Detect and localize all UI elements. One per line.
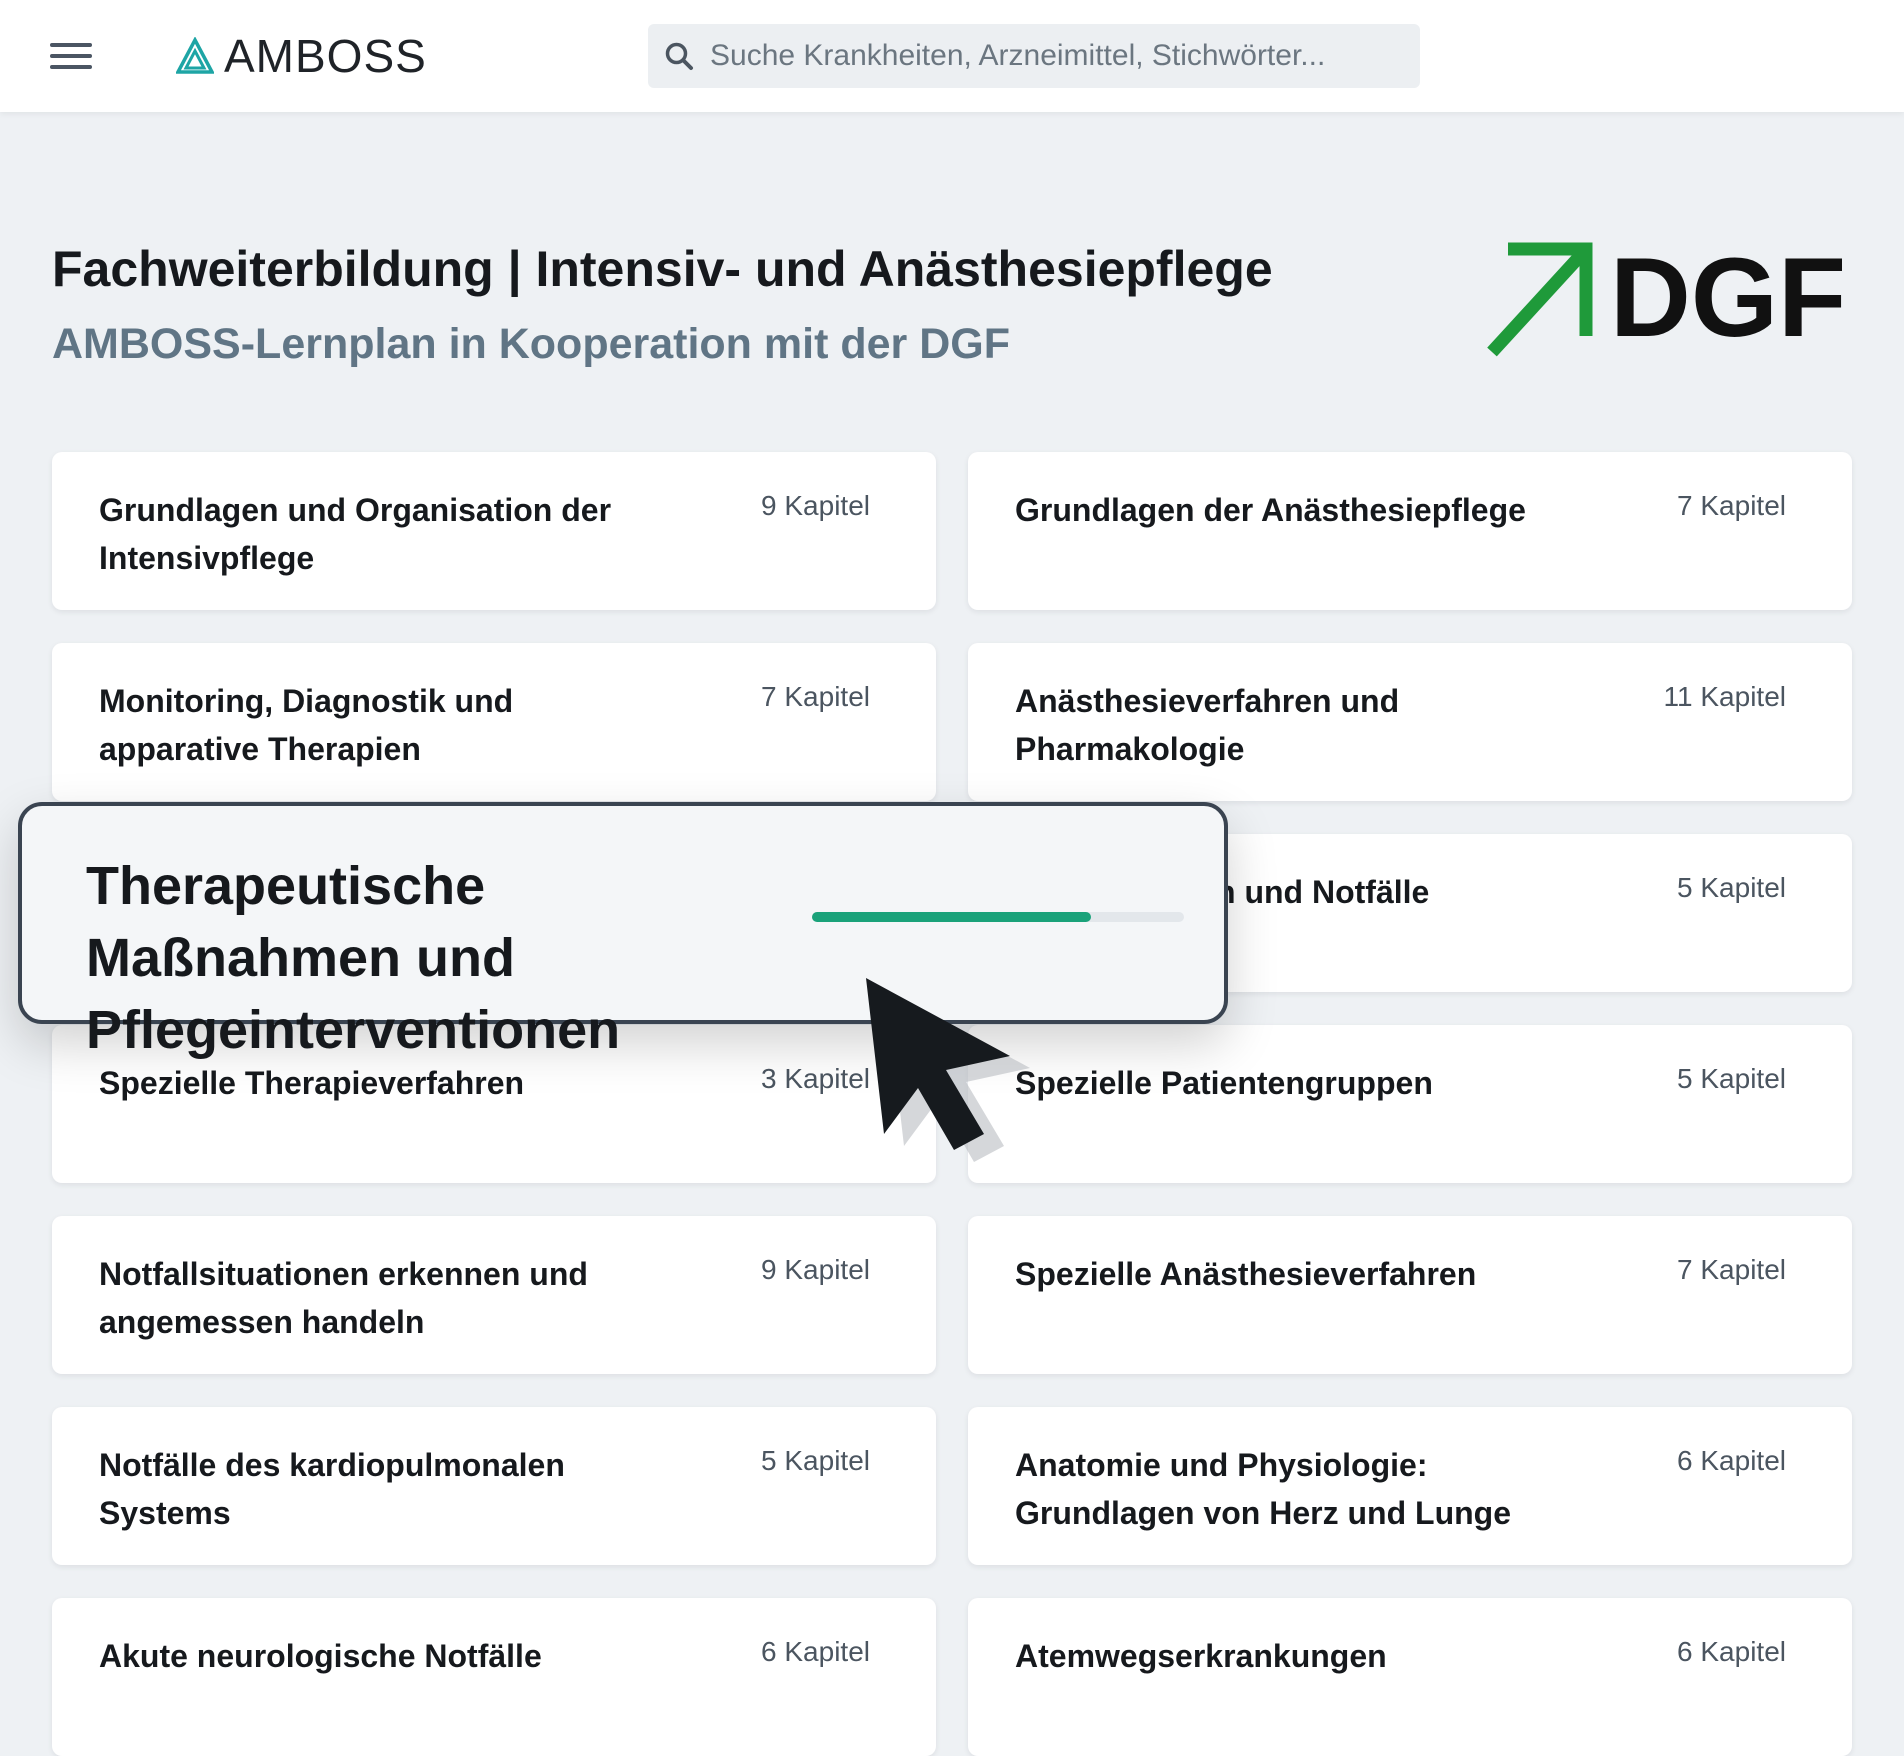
card-chapter-count: 5 Kapitel [1677,1063,1786,1094]
card-title: Akute neurologische Notfälle [99,1638,542,1674]
course-card[interactable]: Grundlagen und Organisation der Intensiv… [52,452,936,610]
top-bar: AMBOSS [0,0,1904,112]
mouse-cursor-icon [866,978,1030,1162]
dgf-logo-text: DGF [1610,240,1842,360]
course-card[interactable]: Grundlagen der Anästhesiepflege 7 Kapite… [968,452,1852,610]
card-chapter-count: 7 Kapitel [1677,490,1786,521]
search-icon [665,42,693,70]
card-chapter-count: 3 Kapitel [761,1063,870,1094]
card-chapter-count: 9 Kapitel [761,490,870,521]
menu-icon[interactable] [50,40,92,72]
progress-bar-fill [812,912,1091,922]
card-title: Spezielle Anästhesieverfahren [1015,1256,1477,1292]
page-title: Fachweiterbildung | Intensiv- und Anästh… [52,241,1273,297]
course-card[interactable]: Anatomie und Physiologie: Grundlagen von… [968,1407,1852,1565]
card-title: Anatomie und Physiologie: Grundlagen von… [1015,1447,1511,1531]
card-chapter-count: 7 Kapitel [1677,1254,1786,1285]
search-input[interactable] [708,38,1420,74]
card-chapter-count: 6 Kapitel [761,1636,870,1667]
card-title: Grundlagen der Anästhesiepflege [1015,492,1526,528]
dgf-logo: DGF [1487,240,1842,360]
brand-name: AMBOSS [224,30,427,82]
card-chapter-count: 11 Kapitel [1663,681,1786,712]
card-title: Monitoring, Diagnostik und apparative Th… [99,683,514,767]
course-card[interactable]: Akute neurologische Notfälle 6 Kapitel [52,1598,936,1756]
card-chapter-count: 5 Kapitel [1677,872,1786,903]
amboss-logo[interactable]: AMBOSS [176,30,427,82]
course-card[interactable]: Notfallsituationen erkennen und angemess… [52,1216,936,1374]
card-title: Anästhesieverfahren und Pharmakologie [1015,683,1400,767]
course-card[interactable]: Notfälle des kardiopulmonalen Systems 5 … [52,1407,936,1565]
card-title: Notfallsituationen erkennen und angemess… [99,1256,588,1340]
course-card[interactable]: Atemwegserkrankungen 6 Kapitel [968,1598,1852,1756]
card-title: Grundlagen und Organisation der Intensiv… [99,492,612,576]
card-chapter-count: 6 Kapitel [1677,1445,1786,1476]
card-title: Atemwegserkrankungen [1015,1638,1387,1674]
course-card[interactable]: Monitoring, Diagnostik und apparative Th… [52,643,936,801]
dgf-arrow-icon [1487,242,1593,357]
course-card[interactable]: Anästhesieverfahren und Pharmakologie 11… [968,643,1852,801]
progress-bar [812,912,1184,922]
card-chapter-count: 6 Kapitel [1677,1636,1786,1667]
card-chapter-count: 5 Kapitel [761,1445,870,1476]
page-subtitle: AMBOSS-Lernplan in Kooperation mit der D… [52,320,1010,368]
card-title: Notfälle des kardiopulmonalen Systems [99,1447,565,1531]
card-title: Spezielle Therapieverfahren [99,1065,525,1101]
course-card[interactable]: Spezielle Anästhesieverfahren 7 Kapitel [968,1216,1852,1374]
card-chapter-count: 9 Kapitel [761,1254,870,1285]
amboss-logo-icon [176,37,214,74]
search-bar[interactable] [648,24,1420,88]
card-title: Spezielle Patientengruppen [1015,1065,1433,1101]
card-chapter-count: 7 Kapitel [761,681,870,712]
highlighted-card-title: Therapeutische Maßnahmen und Pflegeinter… [86,856,621,1060]
course-card[interactable]: Spezielle Patientengruppen 5 Kapitel [968,1025,1852,1183]
